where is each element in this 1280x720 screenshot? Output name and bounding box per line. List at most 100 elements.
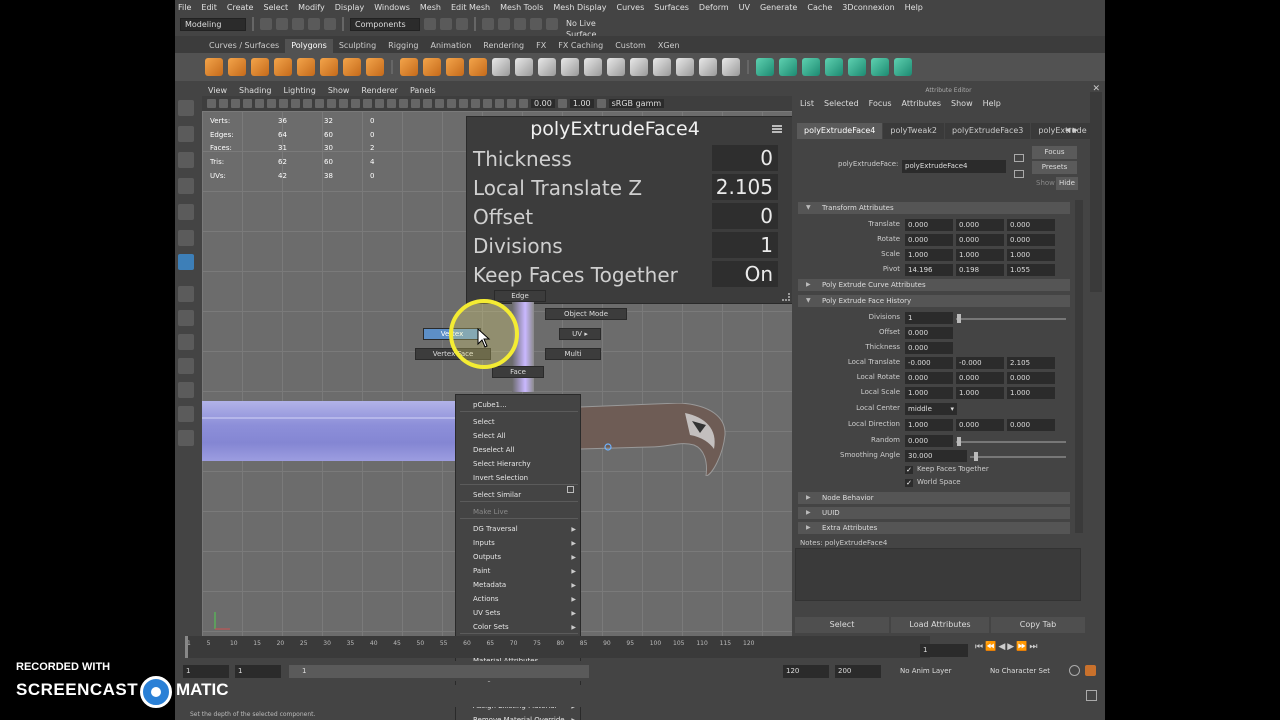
field-chart-icon[interactable] (303, 99, 312, 108)
ae-menu-list[interactable]: List (800, 99, 814, 112)
pivot-x-field[interactable]: 14.196 (905, 264, 953, 276)
keep-faces-together-field[interactable]: On (712, 261, 778, 287)
menu-mesh-display[interactable]: Mesh Display (553, 3, 606, 12)
menu-modify[interactable]: Modify (298, 3, 325, 12)
menu-surfaces[interactable]: Surfaces (654, 3, 689, 12)
blade-mesh-selected[interactable] (202, 401, 456, 461)
exposure-field[interactable]: 0.00 (531, 99, 555, 108)
outliner-icon[interactable] (178, 406, 194, 422)
prev-key-icon[interactable]: ◀ (998, 642, 1007, 652)
bookmark-icon[interactable] (231, 99, 240, 108)
smoothing-angle-slider-handle[interactable] (974, 452, 978, 461)
context-menu-item-inputs[interactable]: Inputs (473, 539, 495, 547)
poly-disc-icon[interactable] (343, 58, 361, 76)
shelf-tab-xgen[interactable]: XGen (652, 39, 686, 53)
last-tool-icon[interactable] (178, 254, 194, 270)
end-time-field[interactable]: 200 (835, 665, 881, 678)
copy-tab-button[interactable]: Copy Tab (991, 617, 1085, 633)
backface-icon[interactable] (507, 99, 516, 108)
viewport-menu-panels[interactable]: Panels (410, 86, 436, 95)
divisions-field[interactable]: 1 (712, 232, 778, 258)
divisions-row[interactable]: Divisions 1 (473, 232, 778, 259)
context-menu-item-actions[interactable]: Actions (473, 595, 499, 603)
current-frame-field[interactable]: 1 (920, 644, 968, 657)
uv-cylindrical-icon[interactable] (779, 58, 797, 76)
viewport-menu-view[interactable]: View (208, 86, 227, 95)
uv-editor-icon[interactable] (848, 58, 866, 76)
scale-x-field[interactable]: 1.000 (905, 249, 953, 261)
select-by-hierarchy-icon[interactable] (424, 18, 436, 30)
ae-menu-attributes[interactable]: Attributes (902, 99, 942, 112)
load-attributes-button[interactable]: Load Attributes (891, 617, 989, 633)
random-slider-handle[interactable] (957, 437, 961, 446)
poly-cylinder-icon[interactable] (251, 58, 269, 76)
rotate-y-field[interactable]: 0.000 (956, 234, 1004, 246)
offset-field[interactable]: 0.000 (905, 327, 953, 339)
time-slider[interactable]: 5 10 15 20 25 30 35 40 45 50 55 60 65 70 75 80 85 90 95 100… (185, 636, 930, 658)
local-center-dropdown[interactable]: middle ▾ (905, 403, 957, 415)
fill-hole-icon[interactable] (630, 58, 648, 76)
menu-windows[interactable]: Windows (374, 3, 410, 12)
translate-z-field[interactable]: 0.000 (1007, 219, 1055, 231)
four-view-layout-icon[interactable] (178, 310, 194, 326)
play-icon[interactable]: ▶ (1007, 642, 1016, 652)
extra-attributes-section[interactable]: Extra Attributes (798, 522, 1070, 534)
camera-attr-icon[interactable] (219, 99, 228, 108)
auto-key-icon[interactable] (1069, 665, 1080, 676)
image-plane-icon[interactable] (243, 99, 252, 108)
context-menu-item-paint[interactable]: Paint (473, 567, 490, 575)
resize-grip-icon[interactable] (782, 293, 790, 301)
ae-tab-polyextrudeface3[interactable]: polyExtrudeFace3 (945, 123, 1031, 139)
scale-tool-icon[interactable] (178, 230, 194, 246)
divisions-slider[interactable] (956, 318, 1066, 320)
extrude-icon[interactable] (492, 58, 510, 76)
rotate-z-field[interactable]: 0.000 (1007, 234, 1055, 246)
offset-row[interactable]: Offset 0 (473, 203, 778, 230)
live-surface-field[interactable]: No Live Surface (562, 17, 632, 39)
uv-planar-icon[interactable] (756, 58, 774, 76)
xray-joints-icon[interactable] (495, 99, 504, 108)
smoothing-angle-field[interactable]: 30.000 (905, 450, 967, 462)
grid-icon[interactable] (255, 99, 264, 108)
node-name-field[interactable]: polyExtrudeFace4 (902, 160, 1006, 173)
shelf-tab-rigging[interactable]: Rigging (382, 39, 424, 53)
shelf-tab-rendering[interactable]: Rendering (477, 39, 530, 53)
poly-pipe-icon[interactable] (366, 58, 384, 76)
local-rotate-y-field[interactable]: 0.000 (956, 372, 1004, 384)
scale-z-field[interactable]: 1.000 (1007, 249, 1055, 261)
move-tool-icon[interactable] (178, 178, 194, 194)
script-editor-icon[interactable] (1086, 690, 1097, 701)
menu-mesh[interactable]: Mesh (420, 3, 441, 12)
poly-extrude-curve-attributes-section[interactable]: Poly Extrude Curve Attributes (798, 279, 1070, 291)
local-translate-z-field[interactable]: 2.105 (1007, 357, 1055, 369)
range-bar[interactable]: 1 (289, 665, 589, 678)
ae-menu-show[interactable]: Show (951, 99, 973, 112)
gate-mask-icon[interactable] (291, 99, 300, 108)
presets-button[interactable]: Presets (1032, 161, 1077, 174)
menu-help[interactable]: Help (905, 3, 923, 12)
merge-icon[interactable] (607, 58, 625, 76)
quad-draw-icon[interactable] (676, 58, 694, 76)
hamburger-menu-icon[interactable] (772, 125, 782, 133)
character-set-dropdown[interactable]: No Character Set (987, 665, 1067, 678)
separate-icon[interactable] (423, 58, 441, 76)
context-menu-item-remove-material-override[interactable]: Remove Material Override (473, 716, 565, 720)
open-scene-icon[interactable] (276, 18, 288, 30)
menu-3dconnexion[interactable]: 3Dconnexion (842, 3, 894, 12)
ae-menu-focus[interactable]: Focus (869, 99, 892, 112)
gamma-field[interactable]: 1.00 (569, 99, 594, 108)
smooth-icon[interactable] (469, 58, 487, 76)
snap-curve-icon[interactable] (498, 18, 510, 30)
textured-icon[interactable] (375, 99, 384, 108)
context-menu-item-metadata[interactable]: Metadata (473, 581, 506, 589)
shelf-tab-fx[interactable]: FX (530, 39, 552, 53)
ae-menu-help[interactable]: Help (983, 99, 1001, 112)
poly-sphere-icon[interactable] (205, 58, 223, 76)
selection-mode-dropdown[interactable]: Components (350, 17, 420, 31)
menu-mesh-tools[interactable]: Mesh Tools (500, 3, 543, 12)
shelf-tab-sculpting[interactable]: Sculpting (333, 39, 382, 53)
go-to-start-icon[interactable]: ⏮ (975, 642, 985, 652)
go-to-end-icon[interactable]: ⏭ (1029, 642, 1039, 652)
shelf-tab-polygons[interactable]: Polygons (285, 39, 333, 53)
shelf-tab-fx-caching[interactable]: FX Caching (552, 39, 609, 53)
